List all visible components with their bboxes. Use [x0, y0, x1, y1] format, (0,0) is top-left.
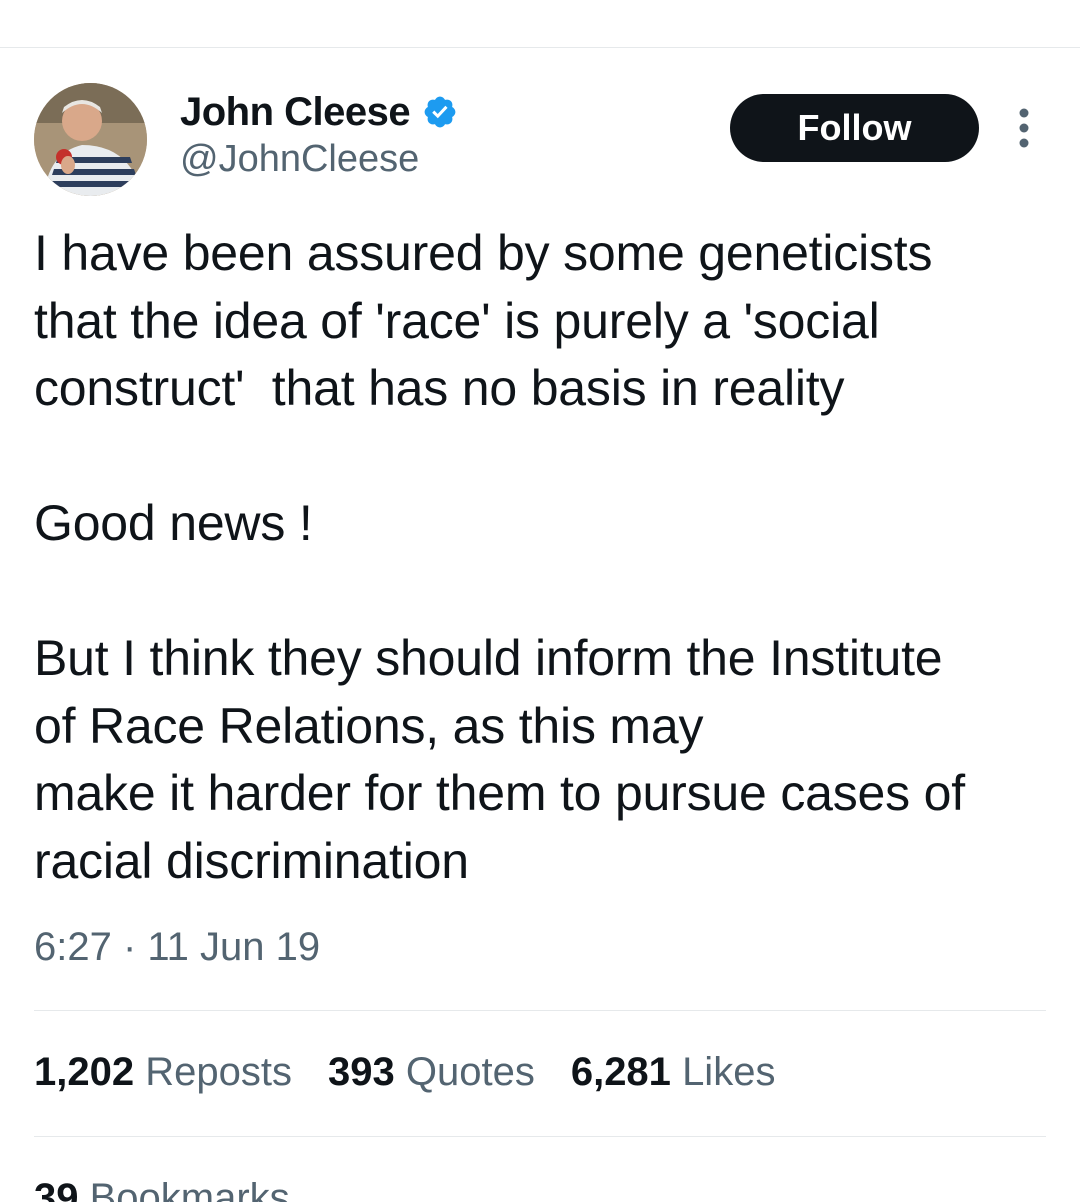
follow-button[interactable]: Follow [730, 94, 979, 162]
more-options-icon[interactable] [1006, 106, 1042, 150]
tweet-text-line: of Race Relations, as this may [34, 697, 704, 754]
likes-count: 6,281 [570, 1050, 671, 1094]
author-handle[interactable]: @JohnCleese [180, 138, 419, 181]
tweet-text-line: construct' that has no basis in reality [34, 360, 845, 416]
tweet-text-line: that the idea of 'race' is purely a 'soc… [34, 292, 880, 349]
reposts-count: 1,202 [34, 1050, 135, 1094]
bookmarks-label: Bookmarks [89, 1176, 290, 1202]
tweet-text-line [34, 423, 1054, 491]
divider [34, 1136, 1046, 1137]
verified-badge-icon[interactable] [422, 94, 458, 130]
tweet-timestamp[interactable]: 6:27 · 11 Jun 19 [34, 925, 320, 970]
divider [34, 1010, 1046, 1011]
quotes-count: 393 [327, 1050, 395, 1094]
top-divider [0, 47, 1080, 48]
tweet-text-line: make it harder for them to pursue cases … [34, 765, 965, 821]
tweet-text-line: But I think they should inform the Insti… [34, 630, 943, 686]
reposts-label: Reposts [145, 1050, 292, 1094]
quotes-label: Quotes [405, 1050, 535, 1094]
tweet-text-line: I have been assured by some geneticists [34, 225, 933, 281]
tweet-detail-page: John Cleese @JohnCleese Follow I have be… [0, 0, 1080, 1202]
author-name-row: John Cleese [180, 88, 458, 136]
tweet-text: I have been assured by some geneticists … [34, 220, 1054, 895]
tweet-text-line: racial discrimination [34, 832, 469, 889]
avatar[interactable] [34, 83, 147, 196]
tweet-text-line [34, 558, 1054, 626]
quotes-stat[interactable]: 393 Quotes [328, 1050, 535, 1095]
avatar-photo-icon [34, 83, 147, 196]
likes-stat[interactable]: 6,281 Likes [571, 1050, 776, 1095]
reposts-stat[interactable]: 1,202 Reposts [34, 1050, 292, 1095]
bookmarks-count: 39 [34, 1176, 79, 1202]
likes-label: Likes [682, 1050, 776, 1094]
engagement-stats: 1,202 Reposts 393 Quotes 6,281 Likes [34, 1050, 811, 1095]
author-display-name[interactable]: John Cleese [180, 90, 411, 135]
tweet-text-line: Good news ! [34, 495, 313, 551]
bookmarks-stat[interactable]: 39 Bookmarks [34, 1176, 290, 1202]
